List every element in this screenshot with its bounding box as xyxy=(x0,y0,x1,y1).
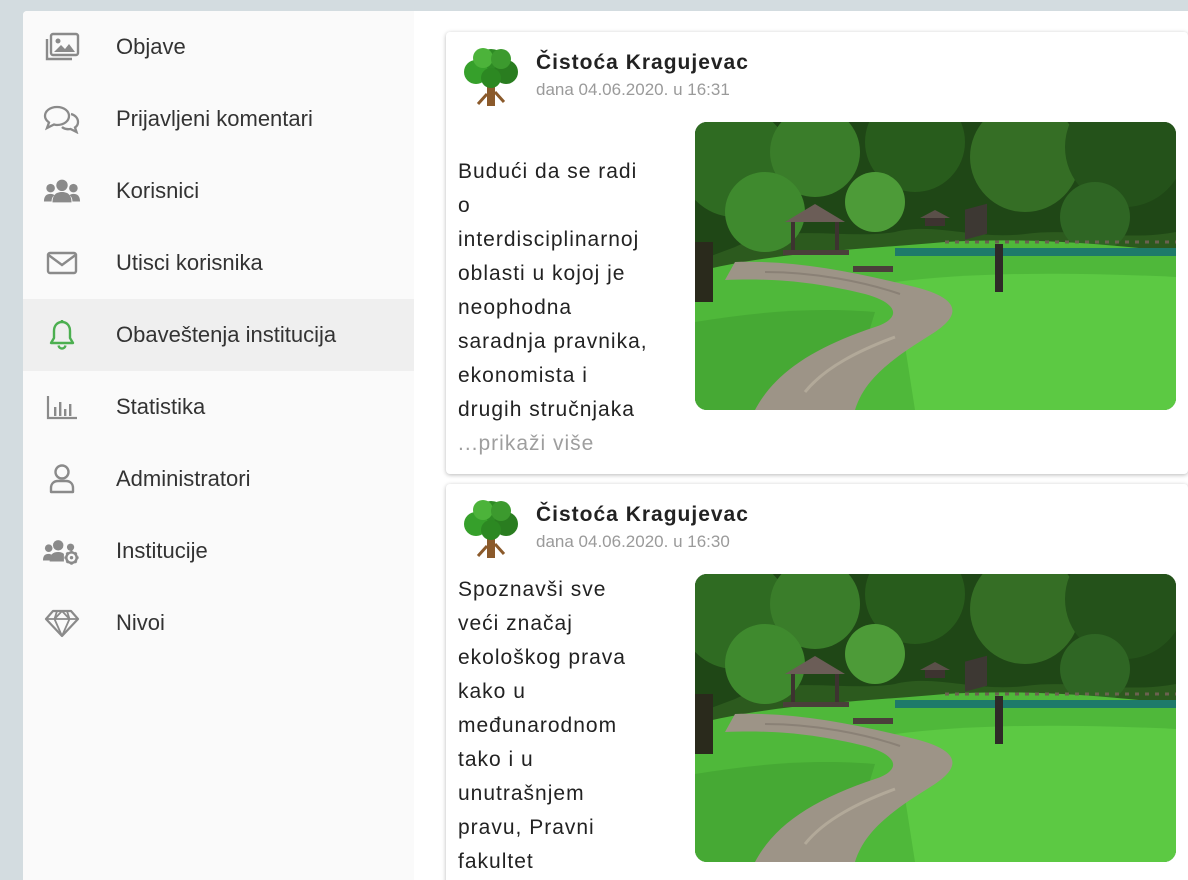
users-cog-icon xyxy=(43,536,81,566)
post-author[interactable]: Čistoća Kragujevac xyxy=(536,51,749,75)
show-more-link[interactable]: ...prikaži više xyxy=(458,427,678,461)
sidebar-item-statistika[interactable]: Statistika xyxy=(23,371,414,443)
post-text: Budući da se radi o interdisciplinarnoj … xyxy=(458,155,678,461)
post-text-line: fakultet xyxy=(458,850,534,873)
sidebar-item-obavestenja-institucija[interactable]: Obaveštenja institucija xyxy=(23,299,414,371)
gem-icon xyxy=(43,608,81,638)
envelope-icon xyxy=(43,248,81,278)
post-text-line: oblasti u kojoj je xyxy=(458,262,626,285)
sidebar-item-label: Administratori xyxy=(116,466,251,491)
sidebar-item-prijavljeni-komentari[interactable]: Prijavljeni komentari xyxy=(23,83,414,155)
sidebar-item-label: Prijavljeni komentari xyxy=(116,106,313,131)
post-text-line: unutrašnjem xyxy=(458,782,585,805)
app-window: Objave Prijavljeni komentari Korisnici U… xyxy=(23,11,1188,880)
sidebar-item-label: Obaveštenja institucija xyxy=(116,322,337,347)
post-text-line: ekonomista i xyxy=(458,364,588,387)
post-card: Čistoća Kragujevac dana 04.06.2020. u 16… xyxy=(446,484,1188,880)
post-date: dana 04.06.2020. u 16:30 xyxy=(536,532,730,551)
sidebar-item-institucije[interactable]: Institucije xyxy=(23,515,414,587)
sidebar-item-utisci-korisnika[interactable]: Utisci korisnika xyxy=(23,227,414,299)
institution-avatar[interactable] xyxy=(458,496,524,562)
institution-avatar[interactable] xyxy=(458,44,524,110)
post-author[interactable]: Čistoća Kragujevac xyxy=(536,503,749,527)
users-icon xyxy=(43,176,81,206)
post-text-line: tako i u xyxy=(458,748,534,771)
post-text-line: drugih stručnjaka xyxy=(458,398,635,421)
sidebar: Objave Prijavljeni komentari Korisnici U… xyxy=(23,11,414,880)
post-text-line: ekološkog prava xyxy=(458,646,626,669)
post-text-line: saradnja pravnika, xyxy=(458,330,648,353)
post-card: Čistoća Kragujevac dana 04.06.2020. u 16… xyxy=(446,32,1188,474)
sidebar-item-objave[interactable]: Objave xyxy=(23,11,414,83)
post-text-line: Budući da se radi xyxy=(458,160,638,183)
post-text-line: međunarodnom xyxy=(458,714,618,737)
post-date: dana 04.06.2020. u 16:31 xyxy=(536,80,730,99)
post-text: Spoznavši sve veći značaj ekološkog prav… xyxy=(458,573,678,879)
post-text-line: pravu, Pravni xyxy=(458,816,595,839)
post-text-line: veći značaj xyxy=(458,612,573,635)
sidebar-item-label: Statistika xyxy=(116,394,206,419)
images-icon xyxy=(43,32,81,62)
sidebar-item-label: Nivoi xyxy=(116,610,165,635)
bar-chart-icon xyxy=(43,392,81,422)
sidebar-item-label: Korisnici xyxy=(116,178,200,203)
post-image[interactable] xyxy=(695,122,1176,410)
user-icon xyxy=(43,464,81,494)
post-text-line: kako u xyxy=(458,680,526,703)
sidebar-item-label: Objave xyxy=(116,34,186,59)
posts-feed: Čistoća Kragujevac dana 04.06.2020. u 16… xyxy=(414,11,1188,880)
sidebar-item-label: Institucije xyxy=(116,538,208,563)
post-text-line: Spoznavši sve xyxy=(458,578,607,601)
post-text-line: o xyxy=(458,194,471,217)
sidebar-item-nivoi[interactable]: Nivoi xyxy=(23,587,414,659)
sidebar-item-label: Utisci korisnika xyxy=(116,250,263,275)
post-text-line: neophodna xyxy=(458,296,573,319)
comments-icon xyxy=(43,104,81,134)
post-image[interactable] xyxy=(695,574,1176,862)
sidebar-item-administratori[interactable]: Administratori xyxy=(23,443,414,515)
post-text-line: interdisciplinarnoj xyxy=(458,228,640,251)
bell-icon xyxy=(43,320,81,350)
sidebar-item-korisnici[interactable]: Korisnici xyxy=(23,155,414,227)
